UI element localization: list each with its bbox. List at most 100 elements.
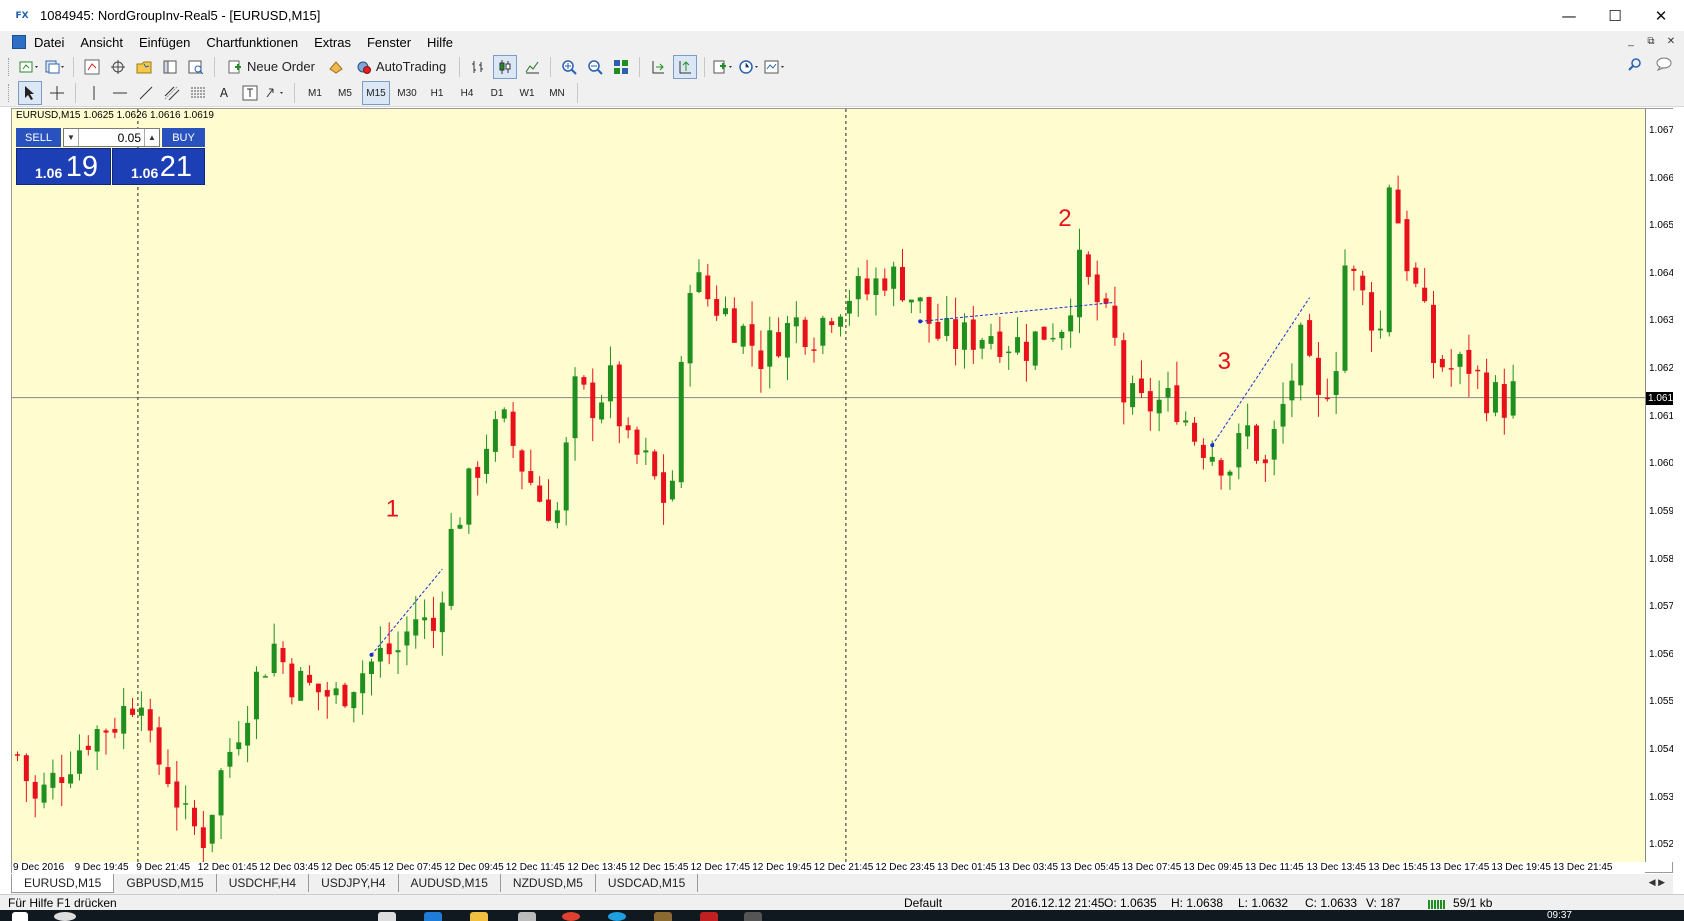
search-icon[interactable] xyxy=(1628,57,1642,74)
sell-quote[interactable]: 1.06 19 xyxy=(16,148,111,185)
timeframe-m1[interactable]: M1 xyxy=(302,82,328,104)
annotation-label[interactable]: 2 xyxy=(1058,205,1071,232)
navigator-icon[interactable] xyxy=(133,56,155,78)
tab-audusd-m15[interactable]: AUDUSD,M15 xyxy=(399,874,501,892)
text-tool-icon[interactable]: A xyxy=(213,82,235,104)
crosshair-nav-icon[interactable] xyxy=(107,56,129,78)
tab-usdcad-m15[interactable]: USDCAD,M15 xyxy=(596,874,699,892)
timeframe-m30[interactable]: M30 xyxy=(394,82,420,104)
timeframe-w1[interactable]: W1 xyxy=(514,82,540,104)
terminal-icon[interactable] xyxy=(159,56,181,78)
equidistant-channel-icon[interactable] xyxy=(161,82,183,104)
maximize-button[interactable]: ☐ xyxy=(1592,0,1638,31)
market-watch-icon[interactable] xyxy=(81,56,103,78)
annotation-label[interactable]: 3 xyxy=(1218,348,1231,375)
app-icon-1[interactable] xyxy=(654,912,672,921)
explorer-icon[interactable] xyxy=(470,912,488,921)
timeframe-d1[interactable]: D1 xyxy=(484,82,510,104)
lot-size-input[interactable]: ▼ 0.05 ▲ xyxy=(63,128,160,147)
tab-nzdusd-m5[interactable]: NZDUSD,M5 xyxy=(501,874,596,892)
profiles-icon[interactable] xyxy=(44,56,66,78)
menu-ansicht[interactable]: Ansicht xyxy=(72,35,131,50)
toolbar-grip[interactable] xyxy=(8,57,12,76)
tile-windows-icon[interactable] xyxy=(610,56,632,78)
timeframe-h1[interactable]: H1 xyxy=(424,82,450,104)
timeframe-m15[interactable]: M15 xyxy=(362,81,390,105)
periods-clock-icon[interactable] xyxy=(738,56,760,78)
menu-datei[interactable]: Datei xyxy=(26,35,72,50)
text-label-icon[interactable] xyxy=(239,82,261,104)
fibonacci-icon[interactable] xyxy=(187,82,209,104)
tab-scroll-arrows[interactable]: ◀ ▶ xyxy=(1649,877,1665,888)
mdi-restore-button[interactable]: ⧉ xyxy=(1644,34,1658,48)
tab-eurusd-m15[interactable]: EURUSD,M15 xyxy=(11,874,115,893)
candle-body xyxy=(528,471,534,483)
lot-decrease-icon[interactable]: ▼ xyxy=(64,129,79,146)
skype-icon[interactable] xyxy=(608,912,626,921)
metatrader-taskbar-icon[interactable] xyxy=(744,912,762,921)
start-icon[interactable] xyxy=(12,912,28,921)
annotation-label[interactable]: 1 xyxy=(386,496,399,523)
price-axis[interactable]: 1.0675 1.0665 1.0655 1.0645 1.0635 1.0625 1.06… xyxy=(1645,109,1673,862)
mdi-minimize-button[interactable]: _ xyxy=(1624,34,1638,48)
menu-chartfunktionen[interactable]: Chartfunktionen xyxy=(198,35,306,50)
candle-body xyxy=(572,376,578,439)
sell-button[interactable]: SELL xyxy=(16,128,61,147)
chart-plot-area[interactable]: 1 2 3 xyxy=(12,109,1645,862)
trendline-icon[interactable] xyxy=(135,82,157,104)
new-chart-icon[interactable] xyxy=(18,56,40,78)
timeframe-m5[interactable]: M5 xyxy=(332,82,358,104)
bar-chart-icon[interactable] xyxy=(467,56,489,78)
close-button[interactable]: ✕ xyxy=(1638,0,1684,31)
expert-advisor-icon[interactable] xyxy=(325,56,347,78)
trendline-anchor[interactable] xyxy=(369,652,374,657)
menu-extras[interactable]: Extras xyxy=(306,35,359,50)
time-axis-label: 13 Dec 17:45 xyxy=(1429,862,1490,873)
tab-usdchf-h4[interactable]: USDCHF,H4 xyxy=(217,874,310,892)
tab-gbpusd-m15[interactable]: GBPUSD,M15 xyxy=(114,874,217,892)
templates-icon[interactable] xyxy=(764,56,786,78)
crosshair-icon[interactable] xyxy=(46,82,68,104)
menu-fenster[interactable]: Fenster xyxy=(359,35,419,50)
chart-autoscroll-icon[interactable] xyxy=(647,56,669,78)
chat-icon[interactable] xyxy=(1656,57,1674,74)
timeframe-mn[interactable]: MN xyxy=(544,82,570,104)
store-icon[interactable] xyxy=(518,912,536,921)
menu-hilfe[interactable]: Hilfe xyxy=(419,35,461,50)
cursor-icon[interactable] xyxy=(18,81,42,105)
chrome-icon[interactable] xyxy=(562,912,580,921)
arrows-icon[interactable] xyxy=(265,82,287,104)
chart-window-icon[interactable] xyxy=(12,35,26,49)
candle-body xyxy=(475,466,481,478)
line-chart-icon[interactable] xyxy=(521,56,543,78)
minimize-button[interactable]: — xyxy=(1546,0,1592,31)
candlestick-chart[interactable]: 1 2 3 xyxy=(12,109,1645,862)
timeframe-h4[interactable]: H4 xyxy=(454,82,480,104)
lot-size-value[interactable]: 0.05 xyxy=(79,131,144,145)
vertical-line-icon[interactable] xyxy=(83,82,105,104)
candle-body xyxy=(1492,382,1498,413)
zoom-in-icon[interactable] xyxy=(558,56,580,78)
buy-quote[interactable]: 1.06 21 xyxy=(112,148,205,185)
lot-increase-icon[interactable]: ▲ xyxy=(144,129,159,146)
trendline-anchor[interactable] xyxy=(918,319,923,324)
trendline-anchor[interactable] xyxy=(1210,443,1215,448)
chart-shift-icon[interactable] xyxy=(673,54,698,79)
candlestick-chart-icon[interactable] xyxy=(493,54,518,79)
menu-einfuegen[interactable]: Einfügen xyxy=(131,35,198,50)
zoom-out-icon[interactable] xyxy=(584,56,606,78)
search-taskbar-icon[interactable] xyxy=(54,912,76,921)
autotrading-button[interactable]: AutoTrading xyxy=(351,56,452,78)
horizontal-line-icon[interactable] xyxy=(109,82,131,104)
task-view-icon[interactable] xyxy=(378,912,396,921)
indicators-icon[interactable] xyxy=(712,56,734,78)
app-icon-2[interactable] xyxy=(700,912,718,921)
time-axis[interactable]: 9 Dec 2016 9 Dec 19:45 9 Dec 21:45 12 Dec 0… xyxy=(12,862,1645,873)
tab-usdjpy-h4[interactable]: USDJPY,H4 xyxy=(309,874,399,892)
edge-icon[interactable] xyxy=(424,912,442,921)
buy-button[interactable]: BUY xyxy=(162,128,205,147)
mdi-close-button[interactable]: ✕ xyxy=(1664,34,1678,48)
new-order-button[interactable]: Neue Order xyxy=(222,56,321,78)
strategy-tester-icon[interactable] xyxy=(185,56,207,78)
toolbar-grip-2[interactable] xyxy=(8,84,12,102)
